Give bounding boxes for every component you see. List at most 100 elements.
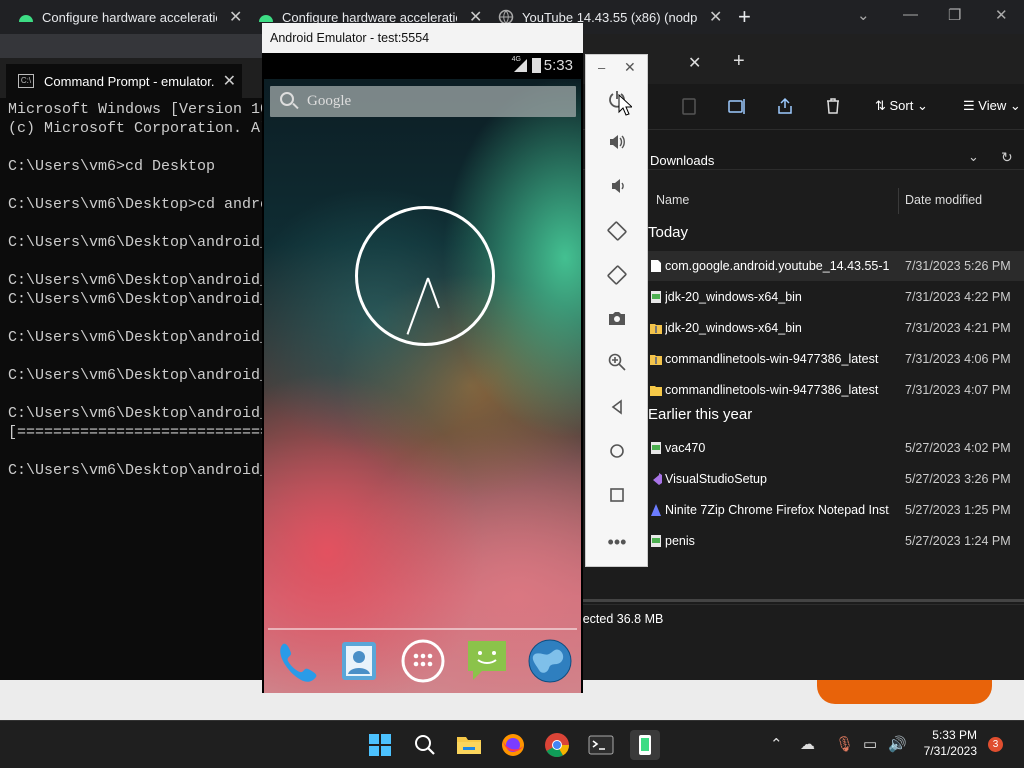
file-row[interactable]: commandlinetools-win-9477386_latest 7/31/… [645,344,1024,374]
volume-down-button[interactable] [601,176,633,204]
delete-icon[interactable] [823,96,843,116]
volume-icon[interactable]: 🔊 [888,735,907,753]
android-emulator-icon[interactable] [630,730,660,760]
messaging-icon[interactable] [464,638,510,684]
column-header-date[interactable]: Date modified [905,193,982,207]
installer-icon [651,535,661,547]
ninite-icon [651,504,661,516]
overview-button[interactable] [601,484,633,512]
view-icon: ☰ [963,98,979,113]
file-row[interactable]: jdk-20_windows-x64_bin 7/31/2023 4:21 PM [645,313,1024,343]
status-text: elected 36.8 MB [573,612,664,626]
horizontal-scrollbar[interactable] [583,599,1024,602]
emulator-screen[interactable]: 4G 5:33 Google [264,53,581,693]
google-search-bar[interactable]: Google [270,86,576,117]
file-name: Ninite 7Zip Chrome Firefox Notepad Inst.… [665,503,890,517]
more-button[interactable]: ••• [601,528,633,556]
rotate-left-button[interactable] [601,220,633,248]
file-row[interactable]: jdk-20_windows-x64_bin 7/31/2023 4:22 PM [645,282,1024,312]
zip-folder-icon [650,355,662,365]
network-icon[interactable]: ▭ [863,735,877,753]
home-button[interactable] [601,440,633,468]
mouse-cursor-icon [618,94,632,116]
search-icon[interactable] [410,730,440,760]
refresh-icon[interactable]: ↻ [1001,149,1013,166]
file-row[interactable]: VisualStudioSetup 5/27/2023 3:26 PM [645,464,1024,494]
browser-globe-icon[interactable] [527,638,573,684]
file-row[interactable]: com.google.android.youtube_14.43.55-1...… [645,251,1024,281]
sort-label: Sort [889,98,914,113]
windows-start-icon[interactable] [365,730,395,760]
clock-time: 5:33 PM [932,728,977,742]
overview-icon [610,488,624,502]
view-button[interactable]: ☰ View ⌄ [963,98,1021,114]
close-icon[interactable]: ✕ [709,7,722,27]
file-row[interactable]: vac470 5/27/2023 4:02 PM [645,433,1024,463]
browser-tab[interactable]: Configure hardware acceleration ✕ [0,0,242,34]
close-button[interactable]: ✕ [624,59,636,76]
browser-toolbar [0,34,290,58]
screenshot-button[interactable] [601,308,633,336]
desktop: Configure hardware acceleration ✕ Config… [0,0,1024,768]
group-header-earlier[interactable]: Earlier this year [648,406,752,423]
contacts-icon[interactable] [336,638,382,684]
new-tab-button[interactable]: + [733,50,745,73]
clock-date: 7/31/2023 [923,744,977,758]
analog-clock-widget[interactable] [355,206,495,346]
chrome-icon[interactable] [542,730,572,760]
column-header-name[interactable]: Name [656,193,689,207]
camera-icon [609,312,625,325]
microphone-icon[interactable]: 🎙 [835,735,854,753]
address-text[interactable]: Downloads [650,153,714,168]
close-icon[interactable]: ✕ [223,71,236,91]
phone-icon[interactable] [273,638,319,684]
cmd-tab[interactable]: C:\ Command Prompt - emulator. ✕ [6,64,242,98]
hour-hand [427,277,440,309]
file-name: VisualStudioSetup [665,472,767,486]
explorer-tab-bar [583,42,1024,84]
paste-icon[interactable] [679,96,699,116]
more-icon: ••• [607,532,627,552]
back-button[interactable] [601,396,633,424]
rotate-right-button[interactable] [601,264,633,292]
chevron-up-icon[interactable]: ⌃ [770,735,783,753]
onedrive-icon[interactable]: ☁ [800,735,815,753]
file-date: 7/31/2023 4:06 PM [905,352,1011,366]
app-drawer-icon[interactable] [400,638,446,684]
share-icon[interactable] [775,96,795,116]
chevron-down-icon[interactable]: ⌄ [968,149,979,165]
new-tab-button[interactable]: + [738,4,751,30]
console-output[interactable]: Microsoft Windows [Version 10 (c) Micros… [0,98,265,480]
browser-tab-title: Configure hardware acceleration [42,9,217,25]
back-icon [611,399,622,415]
visual-studio-icon [653,473,662,485]
zoom-button[interactable] [601,352,633,380]
restore-button[interactable]: ❐ [948,6,961,24]
group-header-today[interactable]: Today [648,224,688,241]
close-icon[interactable]: ✕ [688,53,701,73]
rename-icon[interactable] [727,96,747,116]
column-divider[interactable] [898,188,899,214]
notification-badge[interactable]: 3 [988,737,1003,752]
file-explorer-icon[interactable] [454,730,484,760]
chevron-down-icon[interactable]: ⌄ [857,6,870,24]
file-row[interactable]: commandlinetools-win-9477386_latest 7/31/… [645,375,1024,405]
sort-button[interactable]: ⇅ Sort ⌄ [875,98,928,114]
battery-icon [532,58,541,73]
minimize-button[interactable]: — [903,6,918,23]
file-name: jdk-20_windows-x64_bin [665,321,802,335]
volume-up-button[interactable] [601,132,633,160]
file-row[interactable]: penis 5/27/2023 1:24 PM [645,526,1024,556]
command-prompt-window[interactable]: C:\ Command Prompt - emulator. ✕ Microso… [0,58,265,680]
file-date: 5/27/2023 1:24 PM [905,534,1011,548]
file-row[interactable]: Ninite 7Zip Chrome Firefox Notepad Inst.… [645,495,1024,525]
close-window-button[interactable]: ✕ [995,6,1008,24]
firefox-icon[interactable] [498,730,528,760]
minimize-button[interactable]: – [598,60,605,75]
sort-icon: ⇅ [875,98,890,113]
terminal-icon[interactable] [586,730,616,760]
file-name: vac470 [665,441,706,455]
system-clock[interactable]: 5:33 PM 7/31/2023 [912,727,977,759]
taskbar: ⌃ ☁ 🎙 ▭ 🔊 5:33 PM 7/31/2023 3 [0,720,1024,768]
orange-page-button[interactable] [817,680,992,704]
